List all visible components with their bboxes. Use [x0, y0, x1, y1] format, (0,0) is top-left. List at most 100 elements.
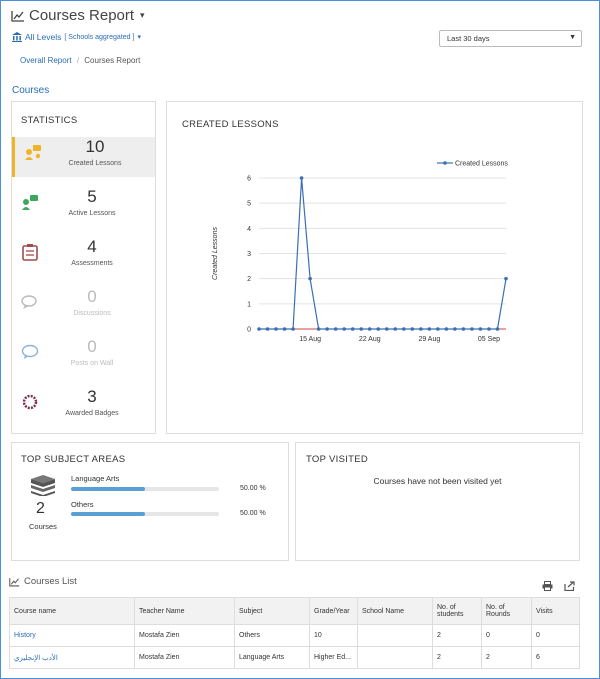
top-visited-panel: TOP VISITED Courses have not been visite… — [295, 442, 580, 561]
data-point — [393, 327, 398, 331]
data-point — [487, 327, 491, 331]
table-cell: 2 — [481, 646, 532, 669]
legend-swatch-point — [443, 161, 447, 165]
chevron-down-icon: ▼ — [569, 34, 576, 41]
subject-progress-fill — [71, 512, 145, 516]
table-cell: 2 — [432, 624, 482, 647]
course-name-link[interactable]: History — [9, 624, 135, 647]
stat-discussions[interactable]: 0 Discussions — [12, 287, 155, 327]
section-title: Courses — [12, 85, 50, 96]
page-title[interactable]: Courses Report ▾ — [11, 7, 145, 24]
data-point — [350, 327, 355, 331]
data-point — [384, 327, 389, 331]
data-point — [495, 327, 500, 331]
levels-label: All Levels — [25, 32, 62, 42]
stat-value: 3 — [87, 387, 97, 406]
data-point — [265, 327, 270, 331]
visited-title: TOP VISITED — [306, 454, 369, 465]
data-point — [299, 176, 304, 180]
subjects-title: TOP SUBJECT AREAS — [21, 454, 126, 465]
data-point — [342, 327, 346, 331]
data-point — [410, 327, 415, 331]
subject-percent: 50.00 % — [240, 510, 266, 517]
table-cell: Language Arts — [234, 646, 310, 669]
chevron-down-icon: ▾ — [137, 34, 141, 41]
data-point — [257, 327, 261, 331]
y-tick-label: 3 — [247, 251, 251, 258]
courses-list-title-text: Courses List — [24, 576, 77, 587]
breadcrumb: Overall Report / Courses Report — [20, 56, 140, 65]
column-header[interactable]: Course name — [9, 597, 135, 625]
stat-value: 5 — [87, 187, 97, 206]
chart-title: CREATED LESSONS — [182, 119, 279, 130]
column-header[interactable]: No. of students — [432, 597, 482, 625]
courses-table: Course name Teacher Name Subject Grade/Y… — [9, 597, 580, 669]
books-icon — [31, 475, 55, 496]
table-cell — [357, 646, 433, 669]
column-header[interactable]: No. of Rounds — [481, 597, 532, 625]
data-point — [316, 327, 321, 331]
column-header[interactable]: School Name — [357, 597, 433, 625]
table-row: الأدب الإنجليزي Mostafa Zien Language Ar… — [9, 646, 580, 669]
lessons-icon — [25, 145, 41, 160]
table-cell: 10 — [309, 624, 358, 647]
stat-active-lessons[interactable]: 5 Active Lessons — [12, 187, 155, 227]
subjects-count-label: Courses — [29, 522, 57, 531]
stat-label: Created Lessons — [68, 160, 122, 167]
table-cell: 0 — [531, 624, 580, 647]
course-name-link[interactable]: الأدب الإنجليزي — [9, 646, 135, 669]
y-tick-label: 0 — [247, 327, 251, 334]
breadcrumb-separator: / — [76, 56, 80, 65]
print-icon[interactable] — [542, 581, 553, 591]
data-point — [444, 327, 449, 331]
data-point — [470, 327, 474, 331]
line-chart-icon — [11, 10, 24, 22]
date-range-select[interactable]: Last 30 days ▼ — [439, 30, 582, 47]
column-header[interactable]: Subject — [234, 597, 310, 625]
data-point — [401, 327, 406, 331]
table-cell: Mostafa Zien — [134, 646, 235, 669]
levels-sub: [ Schools aggregated ] — [64, 33, 135, 41]
column-header[interactable]: Visits — [531, 597, 580, 625]
data-point — [291, 327, 295, 331]
data-point — [359, 327, 364, 331]
stat-created-lessons[interactable]: 10 Created Lessons — [12, 137, 155, 177]
x-tick-label: 15 Aug — [299, 336, 321, 343]
levels-selector[interactable]: All Levels [ Schools aggregated ] ▾ — [12, 32, 141, 42]
column-header[interactable]: Grade/Year — [309, 597, 358, 625]
stat-value: 0 — [87, 337, 97, 356]
data-point — [436, 327, 440, 331]
table-cell — [357, 624, 433, 647]
badge-icon — [22, 394, 38, 410]
table-cell: 6 — [531, 646, 580, 669]
chevron-down-icon[interactable]: ▾ — [140, 10, 145, 21]
y-tick-label: 5 — [247, 201, 251, 208]
subjects-count: 2 — [36, 500, 45, 517]
y-tick-label: 2 — [247, 276, 251, 283]
stat-awarded-badges[interactable]: 3 Awarded Badges — [12, 387, 155, 427]
table-cell: Mostafa Zien — [134, 624, 235, 647]
export-icon[interactable] — [564, 581, 575, 591]
table-cell: Others — [234, 624, 310, 647]
page-title-text: Courses Report — [29, 7, 135, 24]
created-lessons-chart: 0 1 2 3 4 5 6 15 Aug 22 Aug 29 Aug 05 Sep Created L… — [212, 161, 508, 344]
column-header[interactable]: Teacher Name — [134, 597, 235, 625]
data-point — [478, 327, 483, 331]
subject-percent: 50.00 % — [240, 485, 266, 492]
active-lessons-icon — [22, 195, 38, 210]
breadcrumb-current: Courses Report — [84, 56, 141, 65]
data-point — [308, 276, 312, 281]
stat-assessments[interactable]: 4 Assessments — [12, 237, 155, 277]
line-chart-icon — [9, 577, 20, 586]
data-point — [376, 327, 381, 331]
data-point — [504, 276, 508, 281]
statistics-title: STATISTICS — [21, 115, 78, 126]
data-point — [274, 327, 278, 331]
breadcrumb-home-link[interactable]: Overall Report — [20, 56, 72, 65]
y-tick-label: 6 — [247, 176, 251, 183]
table-row: History Mostafa Zien Others 10 2 0 0 — [9, 624, 580, 647]
data-point — [453, 327, 457, 331]
stat-posts-on-wall[interactable]: 0 Posts on Wall — [12, 337, 155, 377]
table-cell: Higher Ed... — [309, 646, 358, 669]
top-subject-areas-panel: TOP SUBJECT AREAS 2 Courses Language Art… — [11, 442, 289, 561]
